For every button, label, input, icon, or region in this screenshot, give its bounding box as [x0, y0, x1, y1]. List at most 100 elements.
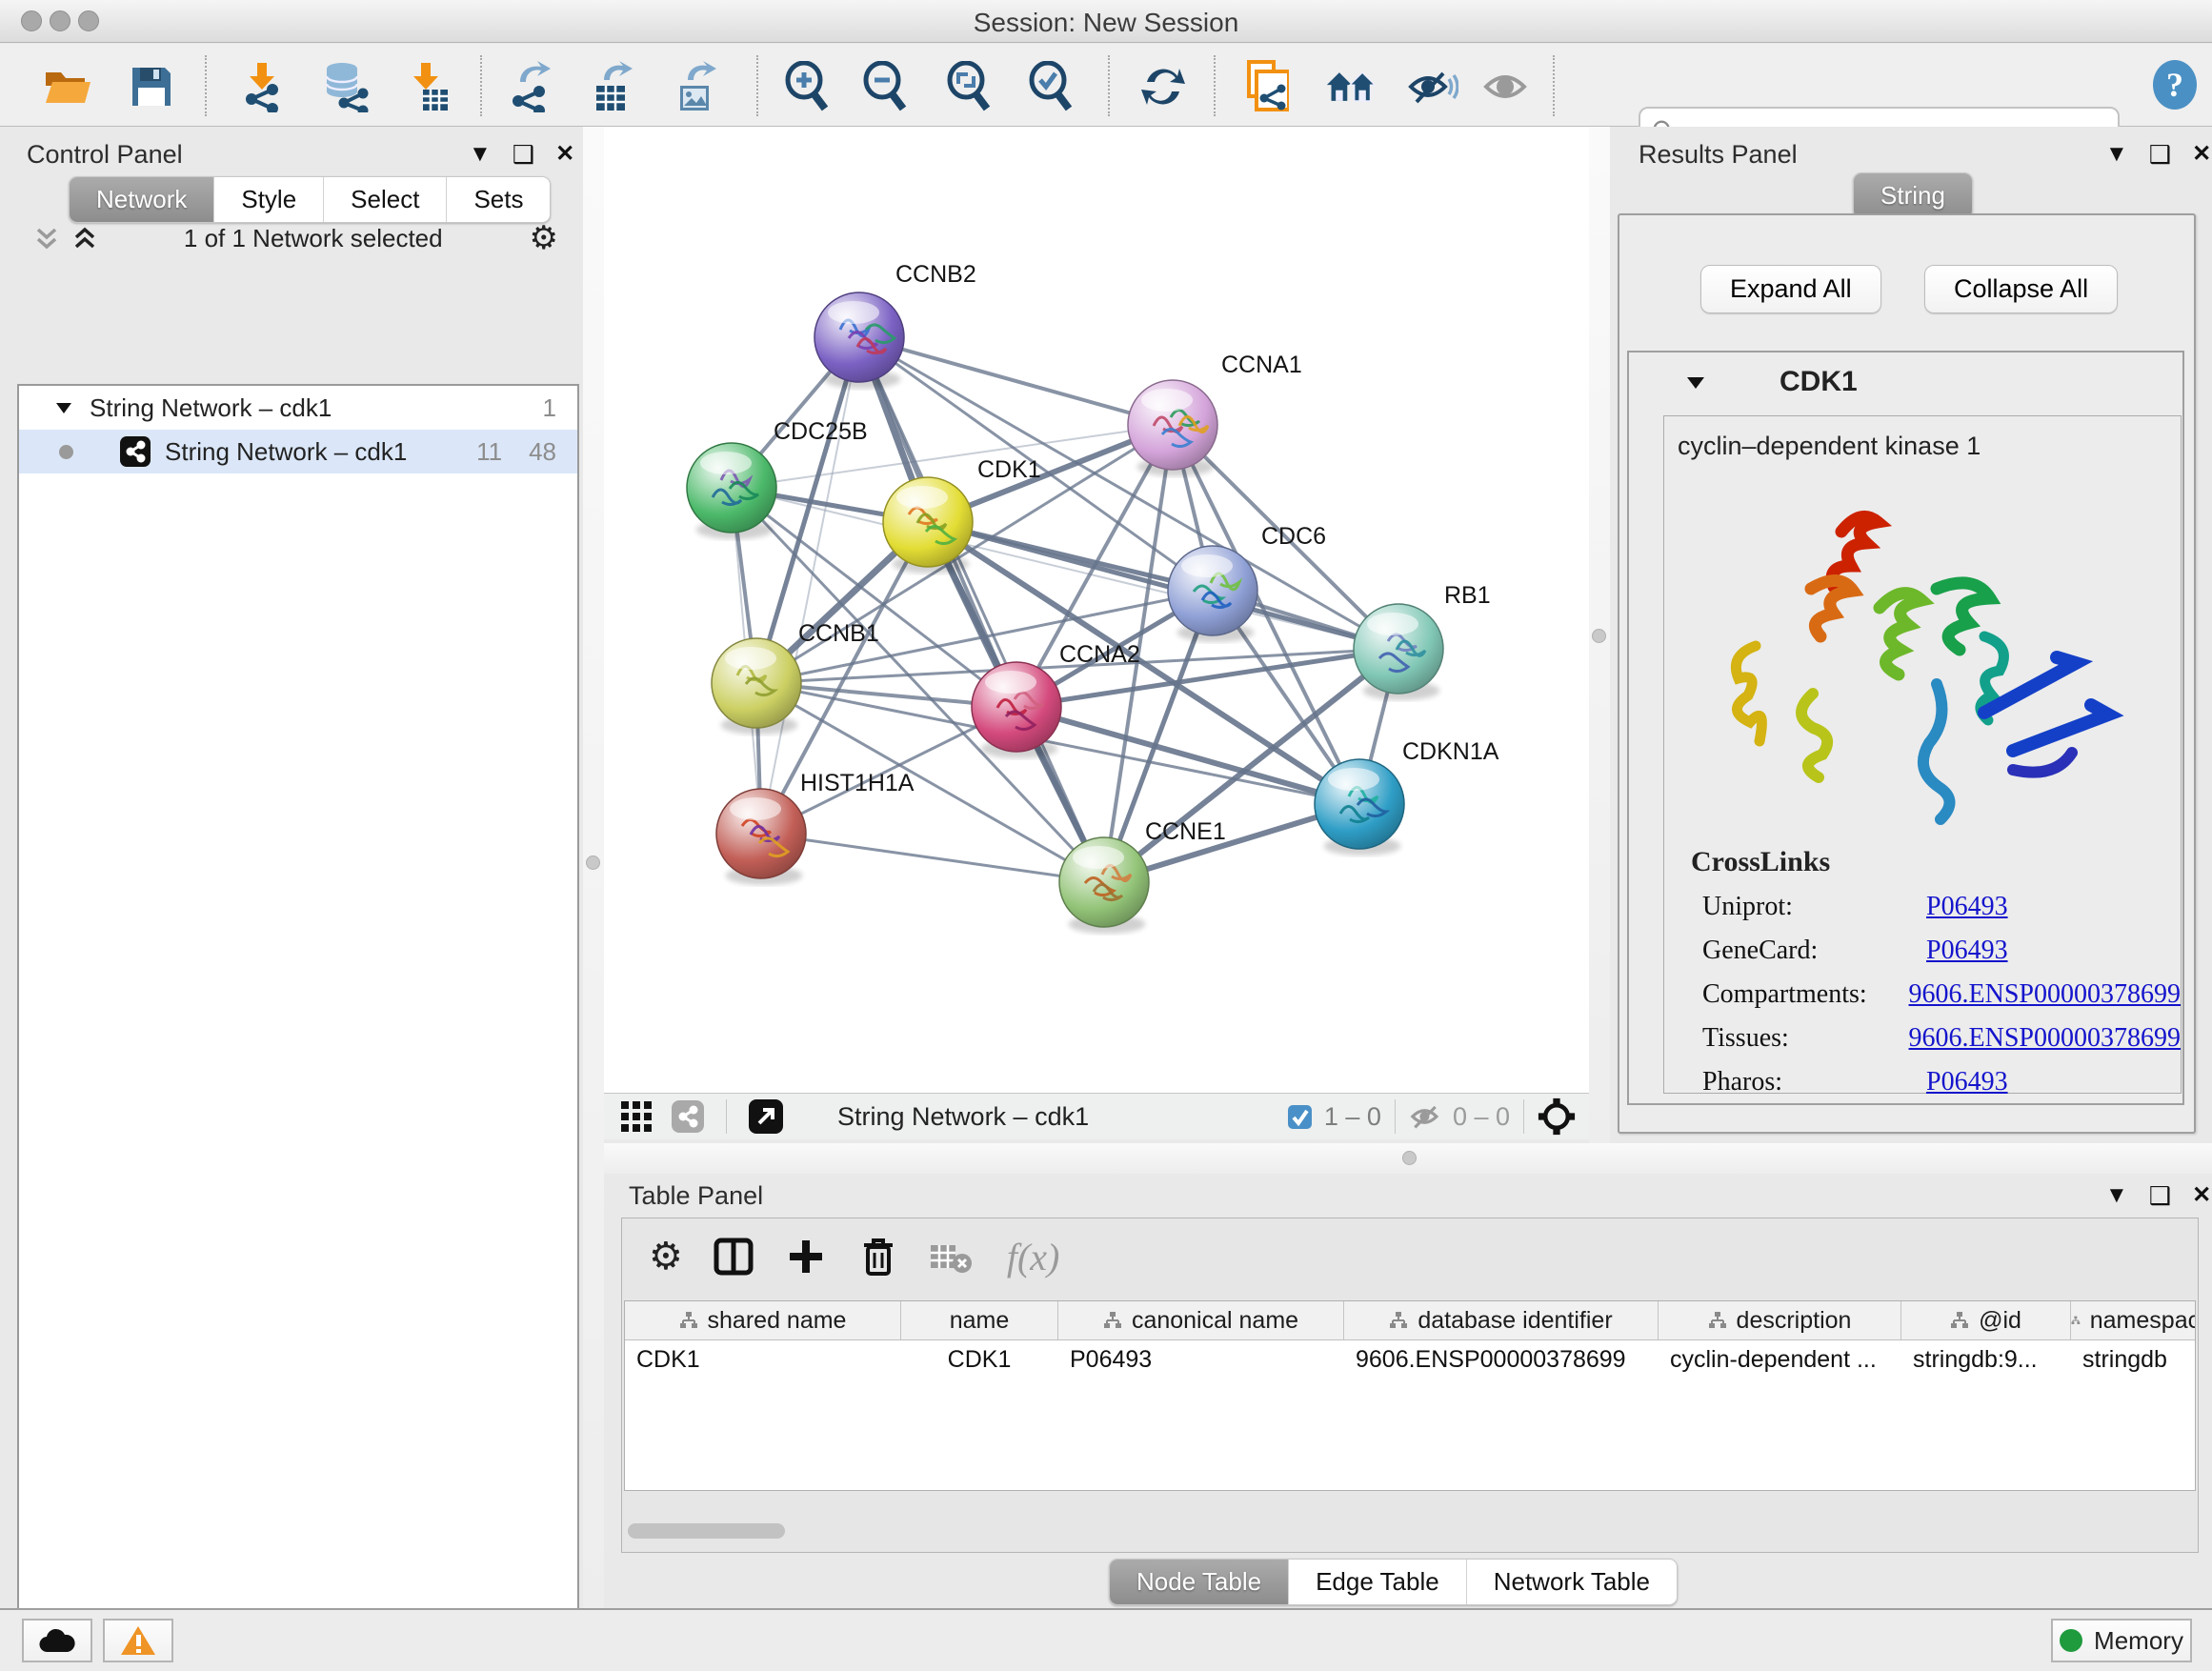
table-cell[interactable]: CDK1: [625, 1340, 901, 1379]
network-node-CCNB2[interactable]: CCNB2: [814, 261, 976, 389]
tree-expander-icon[interactable]: [55, 401, 72, 414]
zoom-fit-button[interactable]: [943, 61, 995, 112]
zoom-out-button[interactable]: [859, 61, 911, 112]
warnings-button[interactable]: [103, 1619, 173, 1662]
crosslink-link[interactable]: 9606.ENSP00000378699: [1909, 1023, 2181, 1054]
table-cell[interactable]: 9606.ENSP00000378699: [1344, 1340, 1659, 1379]
network-edge[interactable]: [761, 337, 859, 834]
section-expander-icon[interactable]: [1686, 375, 1705, 390]
crosslink-link[interactable]: 9606.ENSP00000378699: [1909, 979, 2181, 1010]
column-header-description[interactable]: description: [1659, 1301, 1901, 1339]
scrollbar-thumb[interactable]: [628, 1523, 785, 1539]
memory-status-button[interactable]: Memory: [2051, 1619, 2192, 1662]
tab-node-table[interactable]: Node Table: [1110, 1560, 1289, 1604]
help-button[interactable]: ?: [2149, 59, 2201, 111]
hide-glass-effect-button[interactable]: [1407, 61, 1458, 112]
table-settings-gear-icon[interactable]: ⚙: [649, 1238, 683, 1276]
node-details-header[interactable]: CDK1: [1629, 352, 2182, 412]
network-row-selected[interactable]: String Network – cdk1 11 48: [19, 430, 577, 473]
string-home-button[interactable]: [1325, 61, 1377, 112]
table-row[interactable]: CDK1CDK1P064939606.ENSP00000378699cyclin…: [625, 1340, 2195, 1379]
export-network-button[interactable]: [506, 61, 557, 112]
network-node-HIST1H1A[interactable]: HIST1H1A: [716, 770, 915, 885]
column-header-canonicalname[interactable]: canonical name: [1058, 1301, 1344, 1339]
tab-sets[interactable]: Sets: [447, 177, 550, 222]
panel-menu-icon[interactable]: ▼: [469, 143, 492, 166]
column-header-id[interactable]: @id: [1901, 1301, 2071, 1339]
export-table-button[interactable]: [588, 61, 639, 112]
create-column-plus-icon[interactable]: [786, 1237, 826, 1277]
import-network-from-file-button[interactable]: [236, 61, 288, 112]
network-view-icon[interactable]: [671, 1099, 705, 1134]
zoom-in-button[interactable]: [781, 61, 833, 112]
horizontal-splitter[interactable]: [604, 1143, 2212, 1174]
collapse-all-button[interactable]: Collapse All: [1924, 265, 2118, 313]
grid-view-icon[interactable]: [619, 1099, 654, 1134]
clone-network-button[interactable]: [1239, 61, 1291, 112]
save-session-button[interactable]: [126, 61, 177, 112]
open-session-button[interactable]: [42, 61, 93, 112]
tab-string[interactable]: String: [1854, 173, 1972, 218]
column-header-namespace[interactable]: namespace: [2071, 1301, 2196, 1339]
tab-network[interactable]: Network: [70, 177, 214, 222]
apply-layout-button[interactable]: [1137, 61, 1189, 112]
crosslink-link[interactable]: P06493: [1926, 936, 2008, 966]
panel-menu-icon[interactable]: ▼: [2105, 1184, 2128, 1207]
tab-network-table[interactable]: Network Table: [1467, 1560, 1677, 1604]
cloud-status-button[interactable]: [22, 1619, 92, 1662]
table-cell[interactable]: stringdb:9...: [1901, 1340, 2071, 1379]
crosslink-link[interactable]: P06493: [1926, 892, 2008, 922]
network-edge[interactable]: [928, 522, 1398, 649]
left-splitter[interactable]: [583, 127, 604, 1608]
import-table-from-file-button[interactable]: [400, 61, 452, 112]
import-network-from-database-button[interactable]: [319, 61, 371, 112]
zoom-selected-button[interactable]: [1025, 61, 1076, 112]
panel-float-icon[interactable]: ❑: [2149, 1183, 2171, 1208]
expand-all-button[interactable]: Expand All: [1700, 265, 1881, 313]
birds-eye-toggle-icon[interactable]: [1538, 1097, 1576, 1136]
network-tree-toolbar: 1 of 1 Network selected ⚙: [0, 218, 583, 258]
show-columns-icon[interactable]: [714, 1237, 754, 1277]
network-edge[interactable]: [859, 337, 1173, 425]
column-header-name[interactable]: name: [901, 1301, 1058, 1339]
splitter-handle[interactable]: [586, 856, 600, 870]
open-in-window-icon[interactable]: [748, 1098, 784, 1135]
tab-style[interactable]: Style: [214, 177, 324, 222]
table-cell[interactable]: cyclin-dependent ...: [1659, 1340, 1901, 1379]
splitter-handle[interactable]: [1402, 1151, 1417, 1165]
panel-float-icon[interactable]: ❑: [513, 142, 534, 167]
network-collection-row[interactable]: String Network – cdk1 1: [19, 386, 577, 430]
splitter-handle[interactable]: [1592, 629, 1606, 643]
table-horizontal-scrollbar[interactable]: [628, 1523, 2190, 1539]
network-node-RB1[interactable]: RB1: [1354, 582, 1491, 700]
tab-edge-table[interactable]: Edge Table: [1289, 1560, 1467, 1604]
right-splitter[interactable]: [1589, 127, 1610, 1143]
network-edge[interactable]: [761, 834, 1104, 882]
collapse-all-icon[interactable]: [34, 224, 59, 252]
delete-table-icon[interactable]: [929, 1239, 973, 1274]
crosslink-link[interactable]: P06493: [1926, 1067, 2008, 1097]
function-builder-icon[interactable]: f(x): [1007, 1235, 1060, 1279]
panel-close-icon[interactable]: ✕: [555, 143, 574, 166]
network-canvas[interactable]: CCNB2CCNA1CDC25BCDK1CDC6RB1CCNB1CCNA2CDK…: [604, 127, 1589, 1093]
tab-select[interactable]: Select: [324, 177, 447, 222]
table-cell[interactable]: CDK1: [901, 1340, 1058, 1379]
column-header-sharedname[interactable]: shared name: [625, 1301, 901, 1339]
column-header-label: canonical name: [1132, 1307, 1298, 1335]
help-icon: ?: [2151, 59, 2199, 111]
table-cell[interactable]: P06493: [1058, 1340, 1344, 1379]
selected-checkbox-icon[interactable]: [1287, 1104, 1313, 1130]
column-header-databaseidentifier[interactable]: database identifier: [1344, 1301, 1659, 1339]
panel-close-icon[interactable]: ✕: [2192, 1184, 2211, 1207]
network-node-CCNA1[interactable]: CCNA1: [1128, 352, 1302, 476]
gear-icon[interactable]: ⚙: [530, 222, 558, 254]
network-node-CDKN1A[interactable]: CDKN1A: [1315, 738, 1499, 856]
delete-column-trash-icon[interactable]: [860, 1236, 896, 1278]
show-glass-effect-button[interactable]: [1480, 61, 1532, 112]
panel-close-icon[interactable]: ✕: [2192, 143, 2211, 166]
panel-float-icon[interactable]: ❑: [2149, 142, 2171, 167]
table-cell[interactable]: stringdb: [2071, 1340, 2196, 1379]
panel-menu-icon[interactable]: ▼: [2105, 143, 2128, 166]
expand-all-icon[interactable]: [72, 224, 97, 252]
export-image-button[interactable]: [672, 61, 723, 112]
